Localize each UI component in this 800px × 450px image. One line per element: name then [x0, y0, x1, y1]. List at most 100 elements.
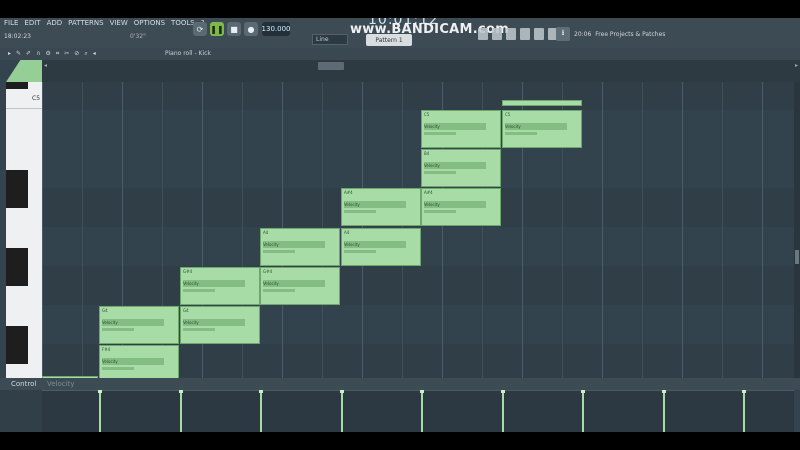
mixer-icon[interactable] [520, 28, 530, 40]
note-release-bar [183, 328, 215, 331]
control-label[interactable]: Control [11, 380, 36, 388]
note-grid[interactable]: F4F4F#4VelocityG4VelocityG4VelocityG#4Ve… [42, 82, 794, 382]
pattern-selector[interactable]: Pattern 1 [366, 34, 412, 46]
black-key[interactable] [6, 170, 28, 208]
piano-roll-note[interactable] [502, 100, 582, 106]
stop-button[interactable]: ■ [227, 22, 241, 36]
vertical-scrollbar[interactable] [794, 82, 800, 382]
note-label: A4 [263, 230, 269, 235]
menu-view[interactable]: VIEW [110, 19, 128, 27]
play-button[interactable]: ❚❚ [210, 22, 224, 36]
velocity-baseline [42, 390, 794, 391]
piano-roll-note[interactable]: C5 Velocity [502, 110, 582, 148]
scroll-left-icon[interactable]: ◂ [44, 62, 47, 69]
velocity-stem[interactable] [178, 390, 183, 432]
slice-icon[interactable]: ✂ [64, 50, 69, 58]
velocity-stem[interactable] [661, 390, 666, 432]
pause-icon: ❚❚ [210, 24, 224, 34]
velocity-stem[interactable] [742, 390, 746, 432]
event-editor-header: Control Velocity [0, 378, 800, 390]
menu-edit[interactable]: EDIT [24, 19, 40, 27]
fl-studio-window: FILE EDIT ADD PATTERNS VIEW OPTIONS TOOL… [0, 18, 800, 432]
note-release-bar [344, 250, 376, 253]
status-clock: 18:02:23 [4, 33, 31, 40]
magnet-icon[interactable]: ∩ [36, 50, 40, 58]
vertical-scrollbar-thumb[interactable] [795, 250, 799, 264]
note-label: B4 [424, 151, 430, 156]
c5-key-label: C5 [32, 95, 41, 102]
menu-add[interactable]: ADD [47, 19, 63, 27]
velocity-stem[interactable] [500, 390, 505, 432]
note-release-bar [263, 250, 295, 253]
velocity-stem[interactable] [339, 390, 344, 432]
menu-patterns[interactable]: PATTERNS [68, 19, 103, 27]
grid-line [722, 82, 723, 382]
black-key[interactable] [6, 82, 28, 89]
stop-icon: ■ [230, 24, 238, 34]
timeline-ruler[interactable]: ◂ ▸ [42, 60, 800, 83]
note-label: C5 [505, 112, 511, 117]
news-text: Free Projects & Patches [595, 30, 666, 38]
download-icon[interactable]: ⭳ [556, 27, 570, 41]
piano-roll-note[interactable]: A4 Velocity [341, 228, 421, 266]
menu-options[interactable]: OPTIONS [134, 19, 165, 27]
note-velocity-label: Velocity [263, 281, 279, 286]
black-key[interactable] [6, 248, 28, 286]
channel-rack-icon[interactable] [506, 28, 516, 40]
horizontal-scrollbar-thumb[interactable] [318, 62, 344, 70]
speaker-icon[interactable]: ◂ [93, 50, 96, 58]
piano-roll-note[interactable]: B4 Velocity [421, 149, 501, 187]
menu-file[interactable]: FILE [4, 19, 18, 27]
piano-roll-note[interactable]: G4 Velocity [99, 306, 179, 344]
browser-icon[interactable] [534, 28, 544, 40]
settings-icon[interactable]: ⚙ [45, 50, 50, 58]
note-label: G4 [102, 308, 108, 313]
velocity-lane[interactable] [42, 390, 794, 432]
note-velocity-label: Velocity [424, 163, 440, 168]
piano-roll-note[interactable]: F#4 Velocity [99, 345, 179, 382]
key-divider [6, 108, 42, 109]
velocity-stem[interactable] [581, 390, 585, 432]
piano-roll-note[interactable]: G#4 Velocity [260, 267, 340, 305]
piano-roll-toolbar: ▸ ✎ ✐ ∩ ⚙ ⌗ ✂ ⊘ ⌕ ◂ Piano roll - Kick [0, 48, 800, 60]
note-release-bar [183, 289, 215, 292]
paint-icon[interactable]: ✐ [26, 50, 31, 58]
mute-icon[interactable]: ⊘ [74, 50, 79, 58]
tempo-display[interactable]: 130.000 [262, 22, 290, 36]
ghost-notes-toggle[interactable] [6, 60, 42, 82]
note-velocity-label: Velocity [102, 359, 118, 364]
playlist-icon[interactable] [478, 28, 488, 40]
piano-roll-note[interactable]: A4 Velocity [260, 228, 340, 266]
piano-keyboard[interactable]: C5 [6, 82, 42, 382]
piano-roll-note[interactable]: G4 Velocity [180, 306, 260, 344]
scroll-right-icon[interactable]: ▸ [795, 62, 798, 69]
note-velocity-label: Velocity [183, 320, 199, 325]
piano-roll-tools: ▸ ✎ ✐ ∩ ⚙ ⌗ ✂ ⊘ ⌕ ◂ [8, 50, 96, 58]
loop-button[interactable]: ⟳ [193, 22, 207, 36]
note-release-bar [344, 210, 376, 213]
grid-line [602, 82, 603, 382]
song-length: 0'32" [130, 33, 146, 40]
control-target[interactable]: Velocity [47, 380, 74, 388]
draw-icon[interactable]: ✎ [16, 50, 21, 58]
velocity-stem[interactable] [98, 390, 102, 432]
piano-roll-note[interactable]: A#4 Velocity [421, 188, 501, 226]
snap-select[interactable]: Line [312, 34, 348, 45]
black-key[interactable] [6, 326, 28, 364]
velocity-stem[interactable] [420, 390, 424, 432]
piano-roll-note[interactable]: C5 Velocity [421, 110, 501, 148]
note-label: C5 [424, 112, 430, 117]
select-icon[interactable]: ⌗ [56, 50, 59, 58]
zoom-icon[interactable]: ⌕ [84, 50, 87, 58]
velocity-stem[interactable] [259, 390, 263, 432]
piano-roll-icon[interactable] [492, 28, 502, 40]
note-label: F#4 [102, 347, 111, 352]
grid-line [642, 82, 643, 382]
piano-roll-note[interactable]: G#4 Velocity [180, 267, 260, 305]
piano-roll-note[interactable]: A#4 Velocity [341, 188, 421, 226]
arrow-right-icon[interactable]: ▸ [8, 50, 11, 58]
note-release-bar [424, 171, 456, 174]
news-panel[interactable]: ⭳ 20:06 Free Projects & Patches [556, 26, 665, 42]
record-button[interactable]: ● [244, 22, 258, 36]
menu-tools[interactable]: TOOLS [171, 19, 195, 27]
